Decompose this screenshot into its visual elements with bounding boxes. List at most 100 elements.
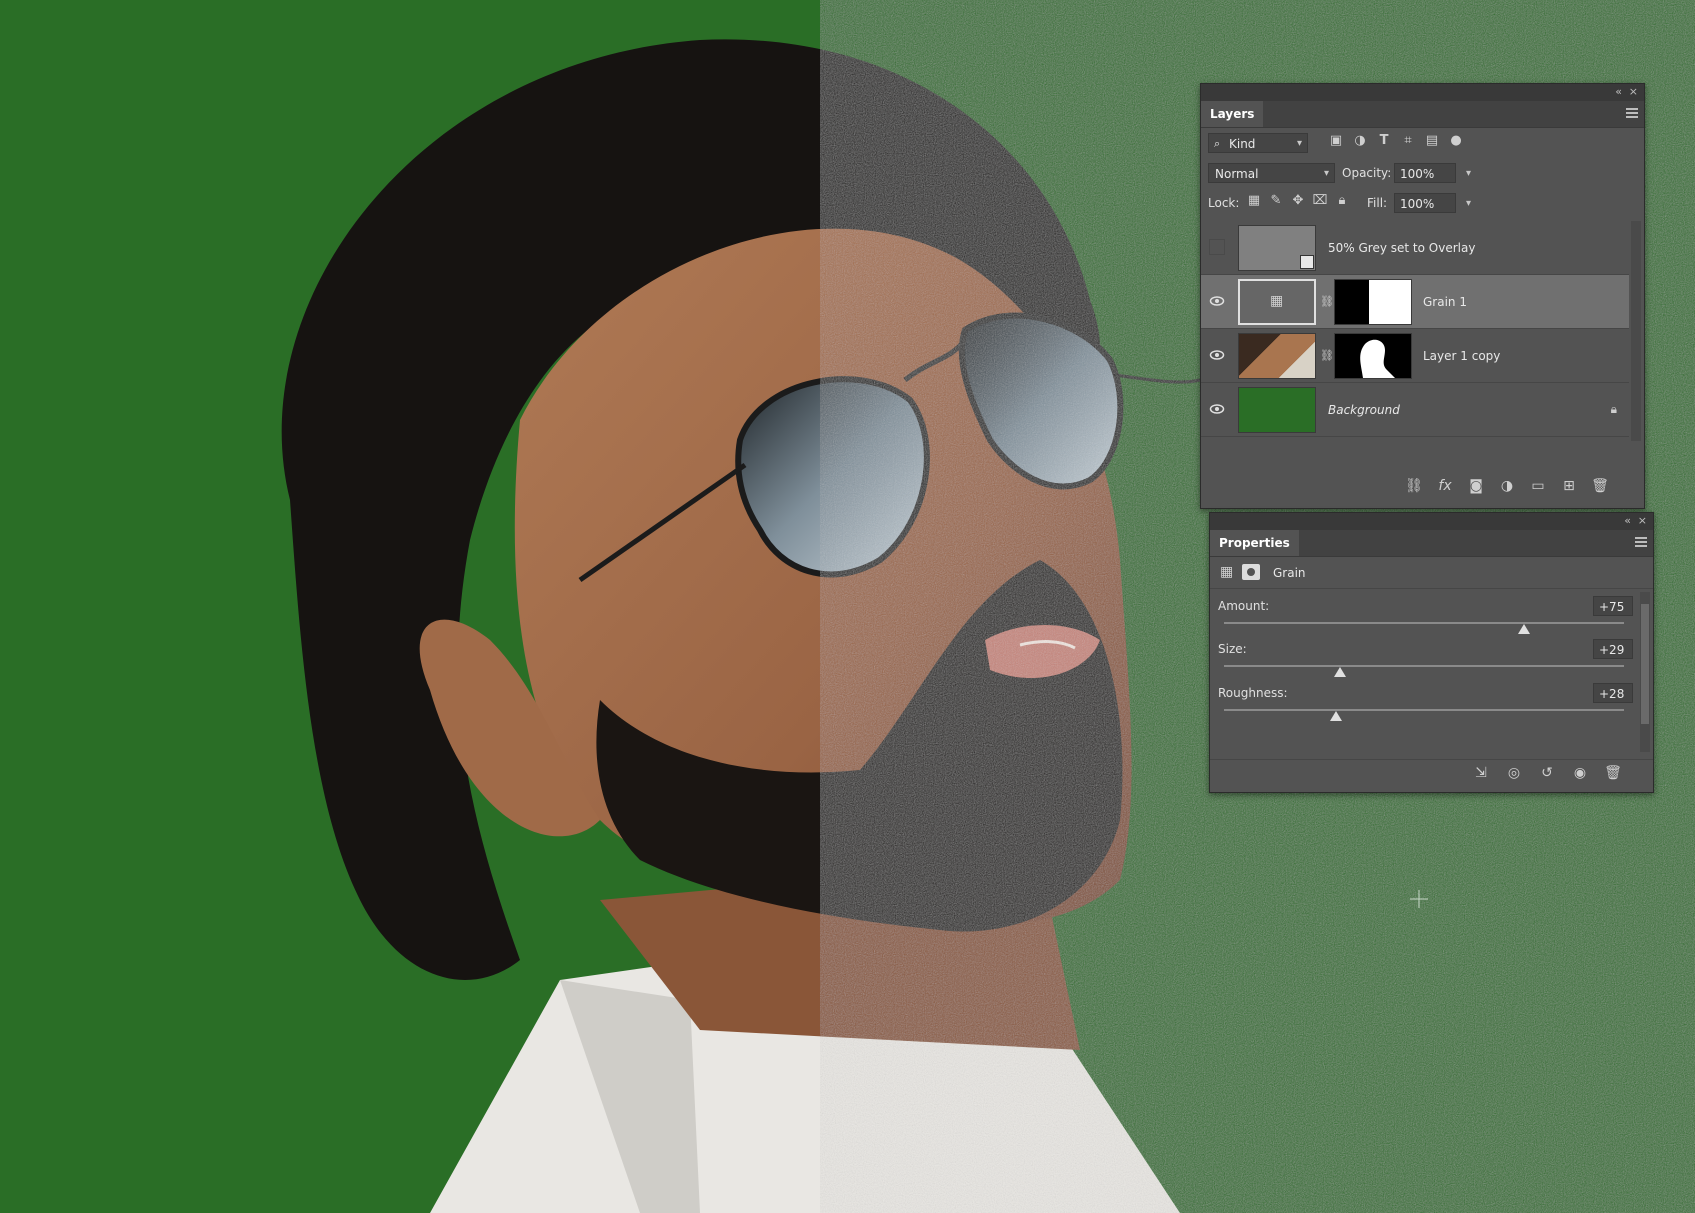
kind-filter-dropdown[interactable]: ⌕ Kind ▾ [1208, 133, 1308, 153]
kind-label: Kind [1229, 137, 1256, 151]
panel-menu-icon[interactable] [1626, 108, 1638, 118]
slider-thumb[interactable] [1518, 624, 1530, 634]
opacity-value: 100% [1400, 167, 1435, 181]
slider-amount: Amount: +75 [1210, 592, 1640, 636]
add-mask-icon[interactable]: ◙ [1466, 476, 1486, 496]
blend-mode-value: Normal [1215, 167, 1259, 181]
collapse-icon[interactable]: « [1615, 85, 1622, 99]
fx-icon[interactable]: fx [1435, 476, 1455, 496]
panel-menu-icon[interactable] [1635, 537, 1647, 547]
size-input[interactable]: +29 [1593, 639, 1633, 659]
link-layers-icon[interactable]: ⛓ [1404, 476, 1424, 496]
layer-row-grain[interactable]: ▦ ⛓ Grain 1 [1201, 275, 1629, 329]
layer-list: 50% Grey set to Overlay ▦ ⛓ Grain 1 ⛓ La… [1201, 221, 1629, 441]
layer-thumbnail [1238, 225, 1316, 271]
layer-mask-thumbnail[interactable] [1334, 279, 1412, 325]
lock-image-icon[interactable]: ✎ [1268, 193, 1284, 209]
lock-row: Lock: ▦ ✎ ✥ ⌧ 🔒︎ Fill: 100% ▾ [1201, 189, 1644, 217]
slider-size: Size: +29 [1210, 635, 1640, 679]
properties-scrollbar[interactable] [1640, 592, 1650, 752]
smart-object-badge-icon [1300, 255, 1314, 269]
trash-icon[interactable]: 🗑︎ [1603, 763, 1623, 783]
layer-list-scrollbar[interactable] [1631, 221, 1641, 441]
layer-name: Background [1328, 403, 1400, 417]
properties-panel-titlebar[interactable]: « × [1210, 513, 1653, 530]
lock-all-icon[interactable]: 🔒︎ [1334, 193, 1350, 209]
new-group-icon[interactable]: ▭ [1528, 476, 1548, 496]
pixel-layer-filter-icon[interactable]: ▣ [1328, 133, 1344, 149]
layer-filter-row: ⌕ Kind ▾ ▣ ◑ T ⌗ ▤ ● [1201, 129, 1644, 157]
layers-panel: « × Layers ⌕ Kind ▾ ▣ ◑ T ⌗ ▤ ● Normal ▾… [1200, 83, 1645, 509]
slider-thumb[interactable] [1334, 667, 1346, 677]
chevron-down-icon[interactable]: ▾ [1466, 194, 1471, 214]
clip-to-layer-icon[interactable]: ⇲ [1471, 763, 1491, 783]
blend-mode-dropdown[interactable]: Normal ▾ [1208, 163, 1335, 183]
slider-track[interactable] [1224, 709, 1624, 711]
type-layer-filter-icon[interactable]: T [1376, 133, 1392, 149]
slider-track[interactable] [1224, 622, 1624, 624]
mask-link-icon[interactable]: ⛓ [1320, 295, 1334, 308]
layers-panel-titlebar[interactable]: « × [1201, 84, 1644, 101]
slider-value: +75 [1599, 600, 1625, 614]
chevron-down-icon: ▾ [1323, 168, 1329, 179]
slider-value: +29 [1599, 643, 1625, 657]
slider-value: +28 [1599, 687, 1625, 701]
slider-label: Amount: [1218, 599, 1270, 613]
tab-layers[interactable]: Layers [1201, 101, 1264, 127]
slider-roughness: Roughness: +28 [1210, 679, 1640, 723]
toggle-visibility-icon[interactable]: ◉ [1570, 763, 1590, 783]
new-adjustment-icon[interactable]: ◑ [1497, 476, 1517, 496]
properties-panel: « × Properties ▦ Grain Amount: +75 Size:… [1209, 512, 1654, 793]
fill-value: 100% [1400, 197, 1435, 211]
slider-thumb[interactable] [1330, 711, 1342, 721]
filter-toggle-icon[interactable]: ● [1448, 133, 1464, 149]
lock-position-icon[interactable]: ✥ [1290, 193, 1306, 209]
collapse-icon[interactable]: « [1624, 514, 1631, 528]
mask-icon[interactable] [1242, 564, 1260, 580]
properties-tabbar: Properties [1210, 530, 1653, 557]
opacity-input[interactable]: 100% ▾ [1394, 163, 1471, 183]
layer-thumbnail [1238, 333, 1316, 379]
layers-footer: ⛓ fx ◙ ◑ ▭ ⊞ 🗑︎ [1201, 476, 1644, 500]
lock-artboard-icon[interactable]: ⌧ [1312, 193, 1328, 209]
layer-row-grey-overlay[interactable]: 50% Grey set to Overlay [1201, 221, 1629, 275]
lock-icon: 🔒︎ [1610, 402, 1617, 416]
layer-thumbnail: ▦ [1238, 279, 1316, 325]
opacity-label: Opacity: [1342, 166, 1392, 180]
grain-sliders: Amount: +75 Size: +29 Roughness: +28 [1210, 592, 1640, 752]
slider-label: Roughness: [1218, 686, 1288, 700]
new-layer-icon[interactable]: ⊞ [1559, 476, 1579, 496]
chevron-down-icon[interactable]: ▾ [1466, 164, 1471, 184]
layers-tabbar: Layers [1201, 101, 1644, 128]
layer-row-layer1-copy[interactable]: ⛓ Layer 1 copy [1201, 329, 1629, 383]
amount-input[interactable]: +75 [1593, 596, 1633, 616]
adjustment-name: Grain [1273, 566, 1306, 580]
fill-input[interactable]: 100% ▾ [1394, 193, 1471, 213]
close-icon[interactable]: × [1629, 85, 1638, 99]
visibility-toggle[interactable] [1209, 239, 1225, 255]
mask-link-icon[interactable]: ⛓ [1320, 349, 1334, 362]
smart-object-filter-icon[interactable]: ▤ [1424, 133, 1440, 149]
roughness-input[interactable]: +28 [1593, 683, 1633, 703]
search-icon: ⌕ [1214, 137, 1221, 150]
lock-transparent-icon[interactable]: ▦ [1246, 193, 1262, 209]
eye-icon[interactable] [1209, 347, 1225, 363]
chevron-down-icon: ▾ [1296, 138, 1302, 149]
layer-thumbnail [1238, 387, 1316, 433]
adjustment-layer-filter-icon[interactable]: ◑ [1352, 133, 1368, 149]
blend-row: Normal ▾ Opacity: 100% ▾ [1201, 159, 1644, 187]
reset-icon[interactable]: ↺ [1537, 763, 1557, 783]
slider-track[interactable] [1224, 665, 1624, 667]
tab-properties[interactable]: Properties [1210, 530, 1299, 556]
layer-row-background[interactable]: Background 🔒︎ [1201, 383, 1629, 437]
grain-adjustment-icon: ▦ [1220, 564, 1234, 580]
eye-icon[interactable] [1209, 293, 1225, 309]
view-previous-icon[interactable]: ◎ [1504, 763, 1524, 783]
trash-icon[interactable]: 🗑︎ [1590, 476, 1610, 496]
layer-mask-thumbnail[interactable] [1334, 333, 1412, 379]
eye-icon[interactable] [1209, 401, 1225, 417]
shape-layer-filter-icon[interactable]: ⌗ [1400, 133, 1416, 149]
layer-name: Layer 1 copy [1423, 349, 1501, 363]
crosshair-cursor-icon [1410, 890, 1428, 908]
close-icon[interactable]: × [1638, 514, 1647, 528]
